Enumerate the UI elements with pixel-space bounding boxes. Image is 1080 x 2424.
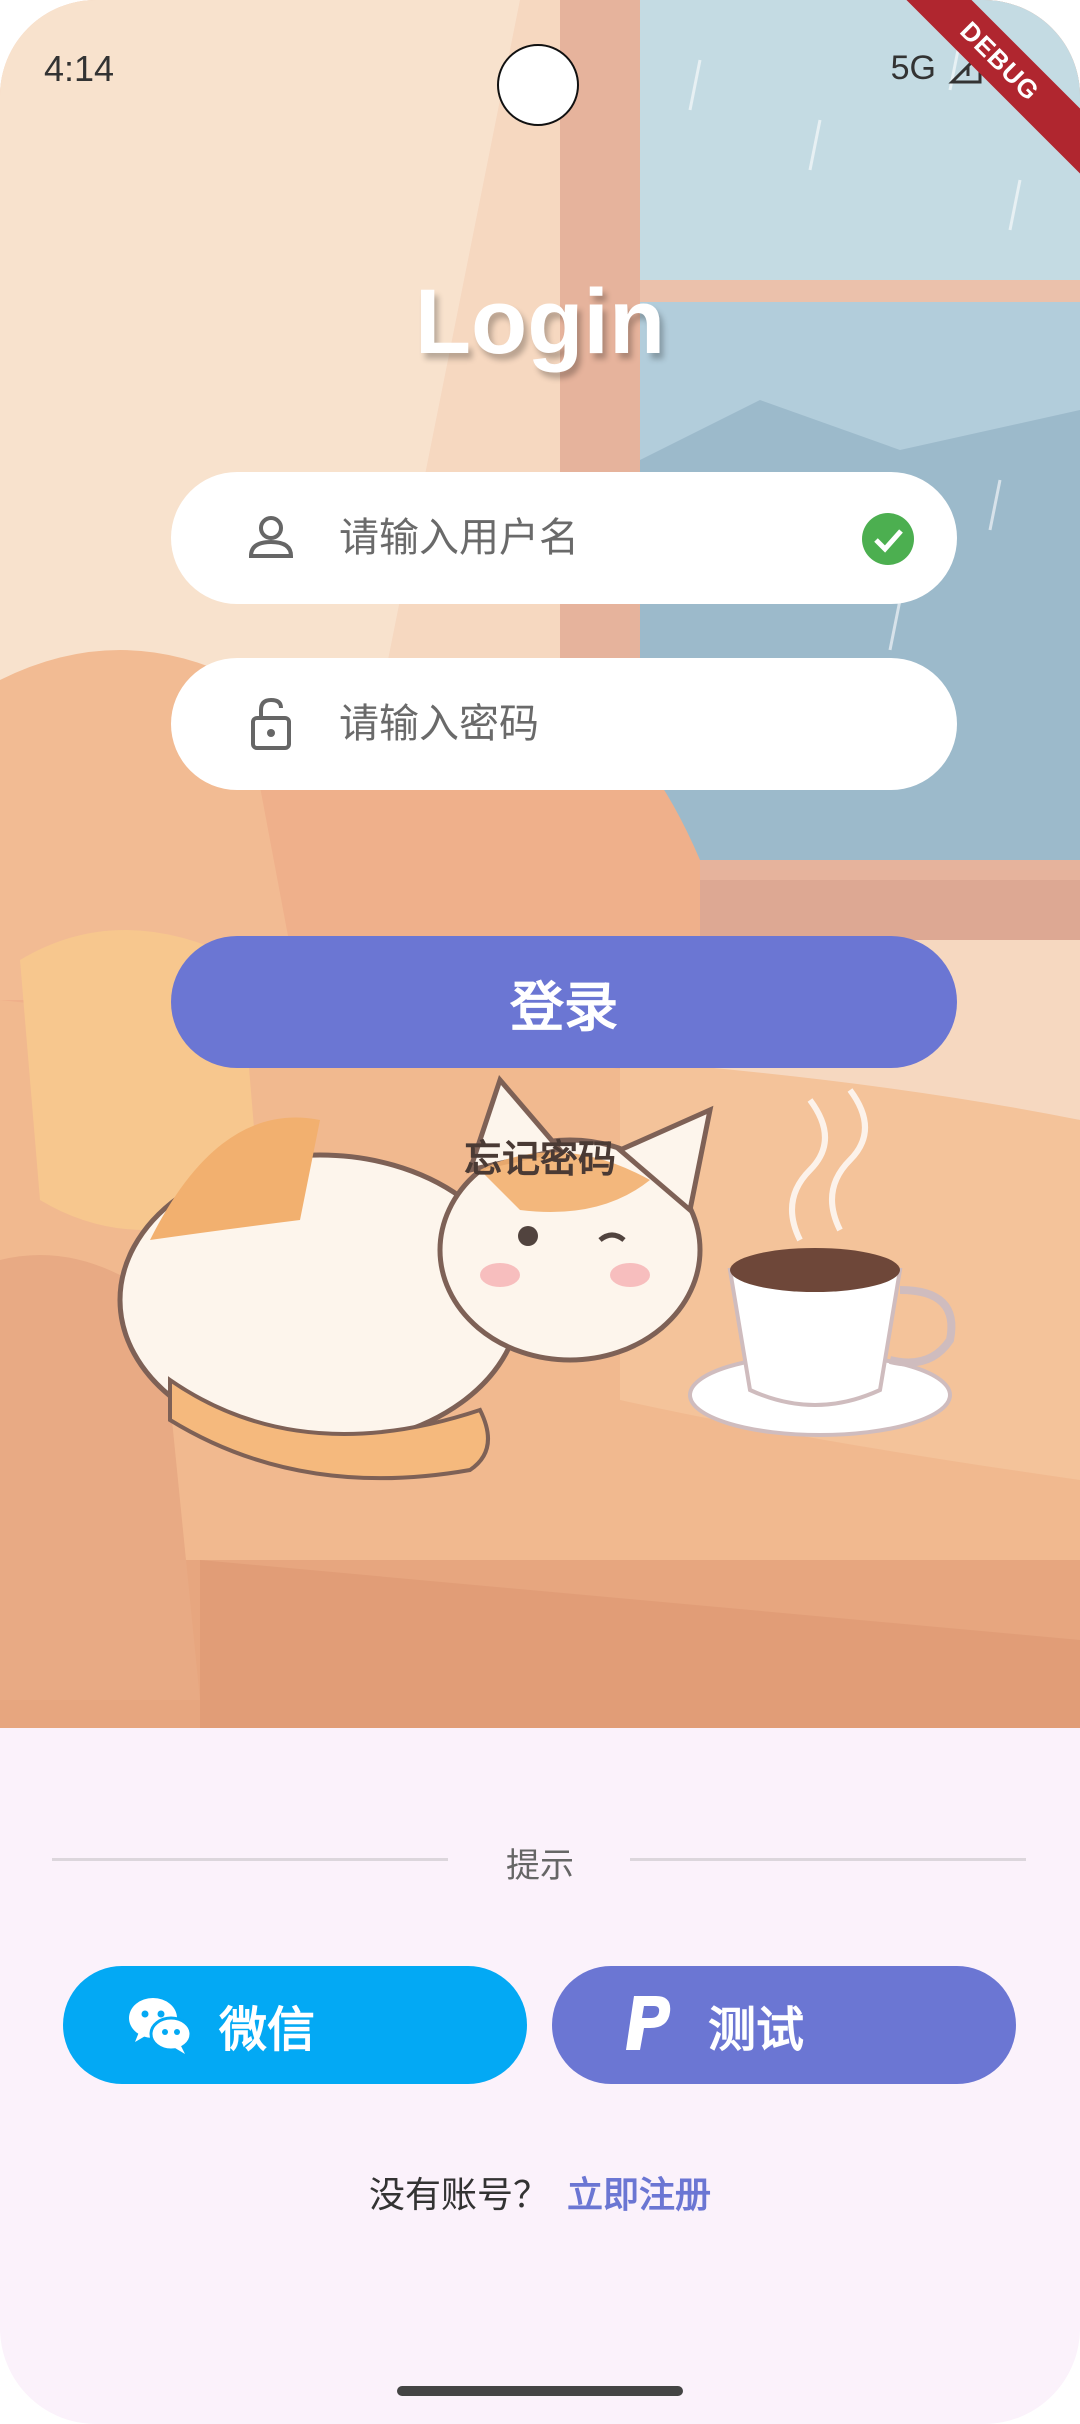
network-type: 5G bbox=[890, 48, 936, 87]
status-time: 4:14 bbox=[44, 48, 115, 89]
cat-sofa-illustration bbox=[0, 0, 1080, 1728]
username-input[interactable] bbox=[337, 514, 821, 562]
page-title: Login bbox=[414, 271, 666, 373]
password-input[interactable] bbox=[337, 700, 821, 748]
camera-cutout bbox=[497, 44, 579, 126]
test-login-button[interactable]: 测试 bbox=[552, 1966, 1016, 2084]
hint-label: 提示 bbox=[506, 1846, 574, 1886]
wechat-icon bbox=[129, 1998, 193, 2054]
paypal-icon bbox=[626, 1996, 671, 2050]
login-button[interactable]: 登录 bbox=[171, 936, 957, 1068]
home-indicator[interactable] bbox=[397, 2386, 683, 2396]
register-prompt: 没有账号？ bbox=[368, 2175, 549, 2216]
lock-icon bbox=[251, 697, 291, 750]
wechat-login-button[interactable]: 微信 bbox=[63, 1966, 527, 2084]
wechat-label: 微信 bbox=[219, 2004, 316, 2057]
forgot-password-link[interactable]: 忘记密码 bbox=[0, 1128, 1080, 1183]
person-icon bbox=[248, 516, 294, 558]
hero-illustration bbox=[0, 0, 1080, 1728]
check-circle-icon bbox=[862, 513, 914, 565]
register-row: 没有账号？ 立即注册 bbox=[0, 2166, 1080, 2218]
divider-right bbox=[630, 1858, 1026, 1861]
test-label: 测试 bbox=[708, 2004, 805, 2057]
screen: 4:14 5G DEBUG Login 请输入用户名 登录 忘记密码 提示 微信… bbox=[0, 0, 1080, 2424]
username-field[interactable] bbox=[171, 472, 957, 604]
register-link[interactable]: 立即注册 bbox=[567, 2175, 711, 2216]
password-field[interactable] bbox=[171, 658, 957, 790]
